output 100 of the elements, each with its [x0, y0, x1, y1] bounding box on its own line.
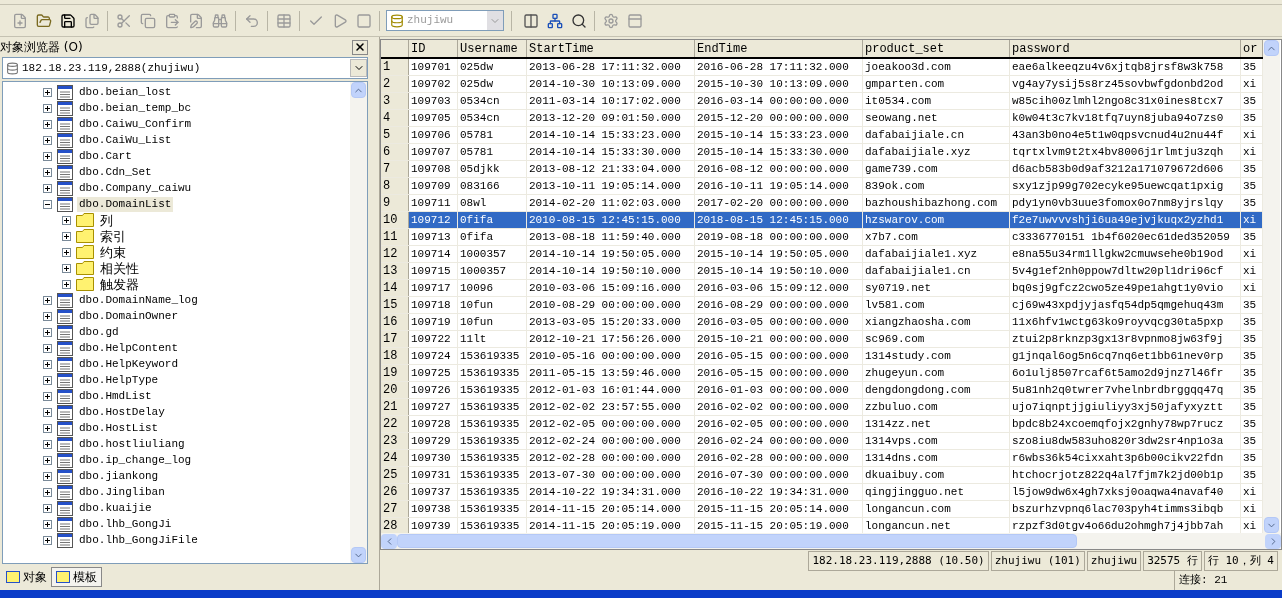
tree-item[interactable]: dbo.Jingliban — [77, 484, 167, 500]
table-cell: 2010-03-06 15:09:16.000 — [527, 280, 695, 296]
row-number[interactable]: 13 — [381, 263, 409, 279]
expander-icon[interactable] — [43, 199, 52, 209]
expander-icon[interactable] — [43, 119, 52, 129]
expander-icon[interactable] — [43, 471, 52, 481]
row-number[interactable]: 8 — [381, 178, 409, 194]
row-number[interactable]: 15 — [381, 297, 409, 313]
row-number[interactable]: 2 — [381, 76, 409, 92]
expander-icon[interactable] — [43, 455, 52, 465]
panel-tab[interactable]: 模板 — [51, 567, 102, 587]
vertical-scrollbar[interactable] — [1263, 40, 1280, 533]
column-header[interactable]: EndTime — [695, 40, 863, 57]
column-header[interactable]: ID — [409, 40, 458, 57]
tree-item[interactable]: 约束 — [98, 244, 128, 260]
expander-icon[interactable] — [62, 279, 71, 289]
row-number[interactable]: 27 — [381, 501, 409, 517]
column-header[interactable]: StartTime — [527, 40, 695, 57]
expander-icon[interactable] — [62, 215, 71, 225]
tree-item[interactable]: 索引 — [98, 228, 128, 244]
tree-item[interactable]: dbo.Company_caiwu — [77, 180, 194, 196]
row-number[interactable]: 19 — [381, 365, 409, 381]
server-dropdown[interactable]: 182.18.23.119,2888(zhujiwu) — [2, 57, 368, 79]
expander-icon[interactable] — [43, 327, 52, 337]
vertical-scrollbar[interactable] — [350, 82, 367, 563]
expander-icon[interactable] — [62, 247, 71, 257]
close-button[interactable] — [352, 39, 368, 55]
expander-icon[interactable] — [43, 423, 52, 433]
row-number[interactable]: 6 — [381, 144, 409, 160]
expander-icon[interactable] — [43, 343, 52, 353]
tree-item[interactable]: dbo.lhb_GongJiFile — [77, 532, 200, 548]
expander-icon[interactable] — [43, 375, 52, 385]
expander-icon[interactable] — [43, 487, 52, 497]
column-header[interactable]: password — [1010, 40, 1241, 57]
tree-item[interactable]: dbo.hostliuliang — [77, 436, 187, 452]
row-number[interactable]: 22 — [381, 416, 409, 432]
row-number[interactable]: 24 — [381, 450, 409, 466]
expander-icon[interactable] — [62, 263, 71, 273]
column-header[interactable]: product_set — [863, 40, 1010, 57]
row-number[interactable]: 3 — [381, 93, 409, 109]
tree-item[interactable]: dbo.kuaijie — [77, 500, 154, 516]
expander-icon[interactable] — [43, 167, 52, 177]
tree-item[interactable]: dbo.Caiwu_Confirm — [77, 116, 194, 132]
expander-icon[interactable] — [43, 103, 52, 113]
row-number[interactable]: 14 — [381, 280, 409, 296]
row-number[interactable]: 11 — [381, 229, 409, 245]
row-number[interactable]: 21 — [381, 399, 409, 415]
tree-item[interactable]: dbo.DomainList — [77, 196, 174, 212]
tree-item[interactable]: 相关性 — [98, 260, 141, 276]
panel-tab[interactable]: 对象 — [2, 567, 51, 587]
tree-item[interactable]: 触发器 — [98, 276, 141, 292]
expander-icon[interactable] — [43, 311, 52, 321]
tree-item[interactable]: dbo.gd — [77, 324, 121, 340]
row-number[interactable]: 12 — [381, 246, 409, 262]
row-number[interactable]: 10 — [381, 212, 409, 228]
row-number[interactable]: 4 — [381, 110, 409, 126]
expander-icon[interactable] — [43, 535, 52, 545]
tree-item[interactable]: dbo.HostDelay — [77, 404, 167, 420]
expander-icon[interactable] — [43, 503, 52, 513]
expander-icon[interactable] — [43, 135, 52, 145]
row-number[interactable]: 16 — [381, 314, 409, 330]
row-number[interactable]: 9 — [381, 195, 409, 211]
tree-item[interactable]: dbo.CaiWu_List — [77, 132, 174, 148]
tree-item[interactable]: dbo.beian_lost — [77, 84, 174, 100]
tree-item[interactable]: dbo.DomainOwner — [77, 308, 181, 324]
row-number[interactable]: 26 — [381, 484, 409, 500]
tree-item[interactable]: dbo.HostList — [77, 420, 161, 436]
tree-item[interactable]: dbo.beian_temp_bc — [77, 100, 194, 116]
row-number[interactable]: 18 — [381, 348, 409, 364]
expander-icon[interactable] — [62, 231, 71, 241]
tree-item[interactable]: 列 — [98, 212, 115, 228]
expander-icon[interactable] — [43, 519, 52, 529]
tree-item[interactable]: dbo.jiankong — [77, 468, 161, 484]
row-number[interactable]: 7 — [381, 161, 409, 177]
tree-item[interactable]: dbo.HelpContent — [77, 340, 181, 356]
column-header[interactable]: Username — [458, 40, 527, 57]
tree-item[interactable]: dbo.lhb_GongJi — [77, 516, 174, 532]
tree-item[interactable]: dbo.ip_change_log — [77, 452, 194, 468]
tree-item[interactable]: dbo.HelpKeyword — [77, 356, 181, 372]
tree-item[interactable]: dbo.DomainName_log — [77, 292, 200, 308]
row-number[interactable]: 17 — [381, 331, 409, 347]
expander-icon[interactable] — [43, 295, 52, 305]
tree-item[interactable]: dbo.HmdList — [77, 388, 154, 404]
expander-icon[interactable] — [43, 359, 52, 369]
tree-item[interactable]: dbo.HelpType — [77, 372, 161, 388]
row-number[interactable]: 28 — [381, 518, 409, 533]
row-number[interactable]: 23 — [381, 433, 409, 449]
tree-item[interactable]: dbo.Cart — [77, 148, 134, 164]
row-number[interactable]: 20 — [381, 382, 409, 398]
row-number[interactable]: 25 — [381, 467, 409, 483]
expander-icon[interactable] — [43, 151, 52, 161]
expander-icon[interactable] — [43, 87, 52, 97]
expander-icon[interactable] — [43, 183, 52, 193]
expander-icon[interactable] — [43, 391, 52, 401]
tree-item[interactable]: dbo.Cdn_Set — [77, 164, 154, 180]
expander-icon[interactable] — [43, 439, 52, 449]
horizontal-scrollbar[interactable] — [381, 533, 1281, 549]
row-number[interactable]: 1 — [381, 59, 409, 75]
expander-icon[interactable] — [43, 407, 52, 417]
row-number[interactable]: 5 — [381, 127, 409, 143]
